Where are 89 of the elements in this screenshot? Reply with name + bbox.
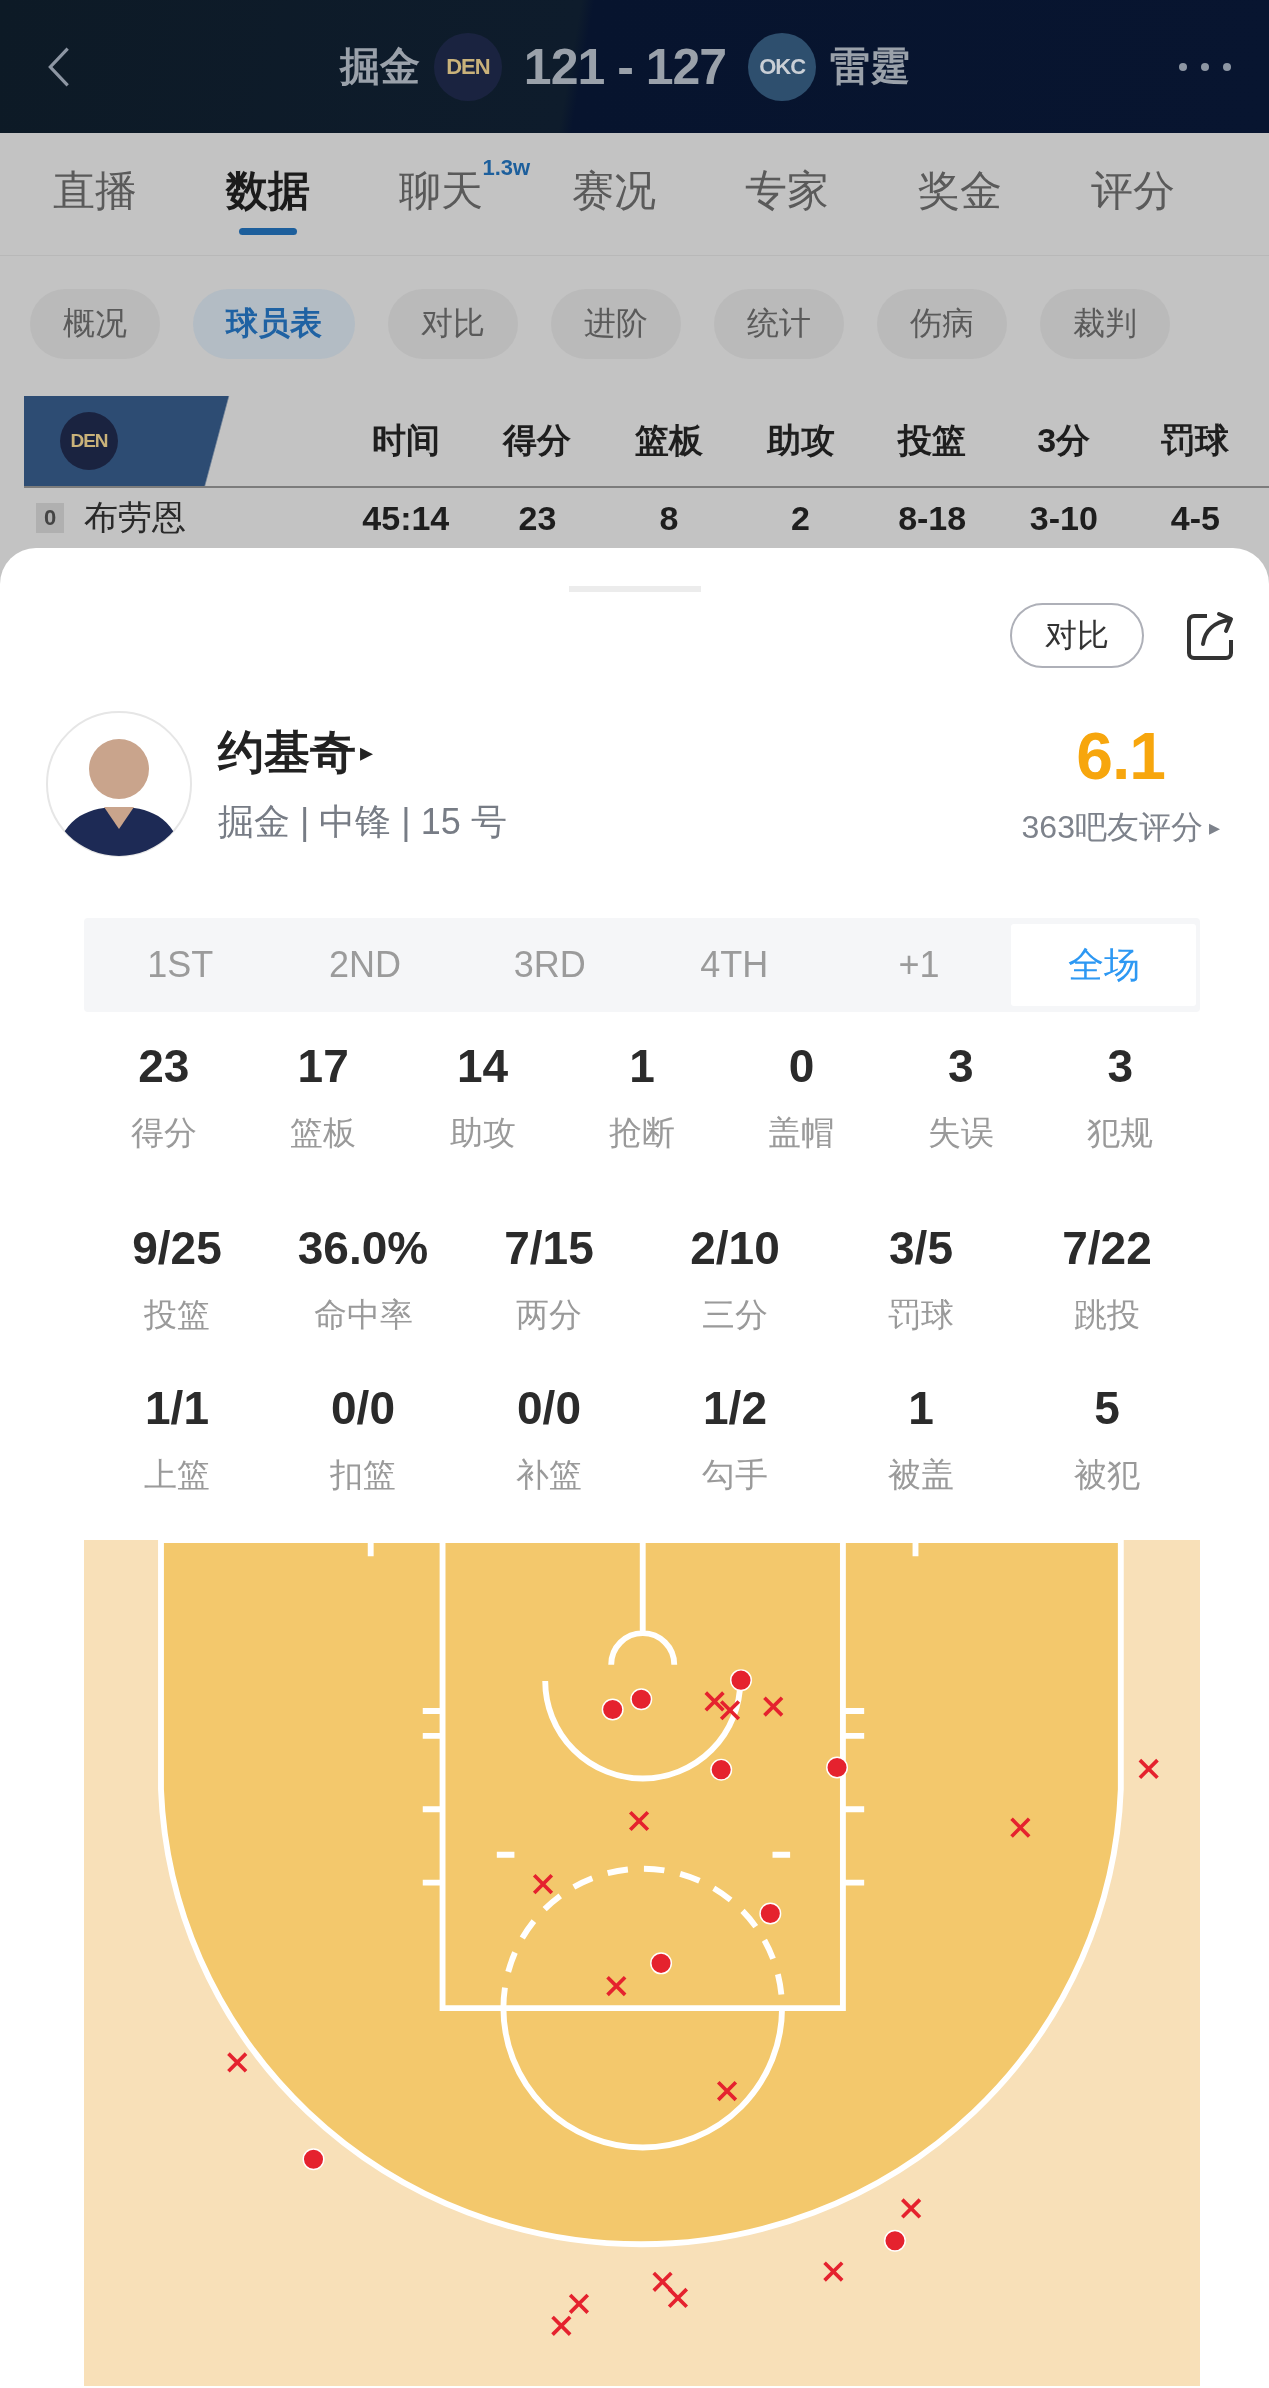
pill-tab[interactable]: 裁判: [1040, 288, 1170, 359]
score: 121 - 127: [523, 37, 727, 96]
team-logo: OKC: [748, 32, 817, 101]
tab[interactable]: 赛况: [571, 153, 656, 235]
stat-label: 助攻: [449, 1113, 516, 1153]
table-cell-text: 8-18: [897, 498, 968, 538]
chat-count: 1.3w: [482, 155, 531, 181]
period-tab[interactable]: 全场: [1011, 924, 1196, 1006]
period-tab[interactable]: 4TH: [642, 924, 827, 1006]
stat-value: 1/1: [145, 1381, 209, 1436]
caret-icon[interactable]: ▸: [360, 737, 374, 768]
table-cell-text: 8: [658, 498, 680, 538]
compare-button[interactable]: 对比: [1010, 603, 1144, 668]
stat-value: 1/2: [703, 1381, 767, 1436]
team-name: 掘金: [339, 43, 420, 90]
column-header: 得分: [501, 420, 573, 461]
column-header: 投篮: [896, 420, 968, 461]
stat-value: 5: [1094, 1381, 1120, 1436]
pill-tab[interactable]: 球员表: [193, 288, 355, 359]
stat-value: 14: [456, 1039, 509, 1094]
stat-label: 被盖: [888, 1455, 954, 1495]
period-tab[interactable]: +1: [826, 924, 1012, 1006]
tab[interactable]: 数据: [225, 153, 310, 235]
stat-label: 投篮: [144, 1295, 210, 1335]
period-tab[interactable]: 1ST: [88, 924, 273, 1006]
stat-label: 盖帽: [768, 1113, 835, 1153]
table-cell-text: 23: [517, 498, 558, 538]
stat-label: 被犯: [1074, 1455, 1140, 1495]
stat-value: 0/0: [331, 1381, 395, 1436]
stat-label: 两分: [516, 1295, 582, 1335]
stat-value: 7/22: [1062, 1221, 1152, 1276]
column-header: 篮板: [634, 420, 704, 461]
stat-value: 3: [948, 1039, 974, 1094]
tab[interactable]: 评分: [1090, 153, 1175, 235]
more-icon[interactable]: [1178, 61, 1232, 72]
stat-label: 抢断: [609, 1113, 675, 1153]
team-logo: DEN: [433, 32, 502, 101]
stat-label: 补篮: [516, 1455, 582, 1495]
stat-label: 得分: [130, 1113, 197, 1153]
period-tab[interactable]: 3RD: [457, 924, 642, 1006]
stat-value: 3: [1107, 1039, 1134, 1094]
stat-label: 三分: [702, 1295, 768, 1335]
rating-count-link[interactable]: 363吧友评分: [1021, 806, 1203, 850]
stat-value: 0/0: [517, 1381, 581, 1436]
stat-label: 篮板: [290, 1113, 357, 1153]
stat-label: 失误: [927, 1113, 994, 1153]
stat-label: 扣篮: [330, 1455, 396, 1495]
stat-value: 7/15: [504, 1221, 594, 1276]
stat-value: 23: [138, 1039, 190, 1094]
player-name[interactable]: 约基奇: [218, 721, 356, 784]
stat-value: 3/5: [889, 1221, 953, 1276]
stat-value: 2/10: [690, 1221, 780, 1276]
pill-tab[interactable]: 进阶: [551, 288, 681, 359]
stat-label: 罚球: [888, 1295, 954, 1335]
stat-value: 36.0%: [297, 1221, 429, 1276]
stat-value: 0: [788, 1039, 815, 1094]
table-cell-text: 2: [790, 498, 812, 538]
player-info: 掘金 | 中锋 | 15 号: [218, 799, 508, 844]
team-name: 雷霆: [830, 43, 911, 90]
tab[interactable]: 奖金: [917, 153, 1002, 235]
pill-tab[interactable]: 伤病: [877, 288, 1007, 359]
table-cell-text: 45:14: [361, 498, 451, 538]
column-header: 时间: [370, 420, 441, 461]
column-header: 3分: [1036, 420, 1092, 461]
period-tab[interactable]: 2ND: [272, 924, 458, 1006]
rating-score: 6.1: [1076, 718, 1165, 794]
stat-value: 1: [908, 1381, 934, 1436]
table-cell-text: 4-5: [1169, 498, 1221, 538]
stat-label: 犯规: [1087, 1113, 1154, 1153]
team-logo: DEN: [60, 412, 118, 470]
stat-label: 上篮: [144, 1455, 210, 1495]
tab[interactable]: 专家: [744, 153, 829, 235]
stat-value: 1: [629, 1039, 655, 1094]
stat-value: 9/25: [132, 1221, 222, 1276]
table-cell-text: 3-10: [1028, 498, 1099, 538]
player-name[interactable]: 布劳恩: [84, 495, 187, 541]
column-header: 罚球: [1160, 420, 1231, 461]
stat-label: 跳投: [1074, 1295, 1140, 1335]
jersey-number: 0: [36, 503, 65, 533]
pill-tab[interactable]: 概况: [30, 288, 160, 359]
pill-tab[interactable]: 统计: [714, 288, 844, 359]
column-header: 助攻: [765, 420, 836, 461]
stat-value: 17: [297, 1039, 349, 1094]
pill-tab[interactable]: 对比: [388, 288, 518, 359]
caret-icon[interactable]: ▸: [1208, 815, 1220, 841]
stat-label: 命中率: [313, 1295, 413, 1335]
back-icon[interactable]: [46, 44, 72, 89]
stat-label: 勾手: [702, 1455, 768, 1495]
tab[interactable]: 直播: [52, 153, 137, 235]
